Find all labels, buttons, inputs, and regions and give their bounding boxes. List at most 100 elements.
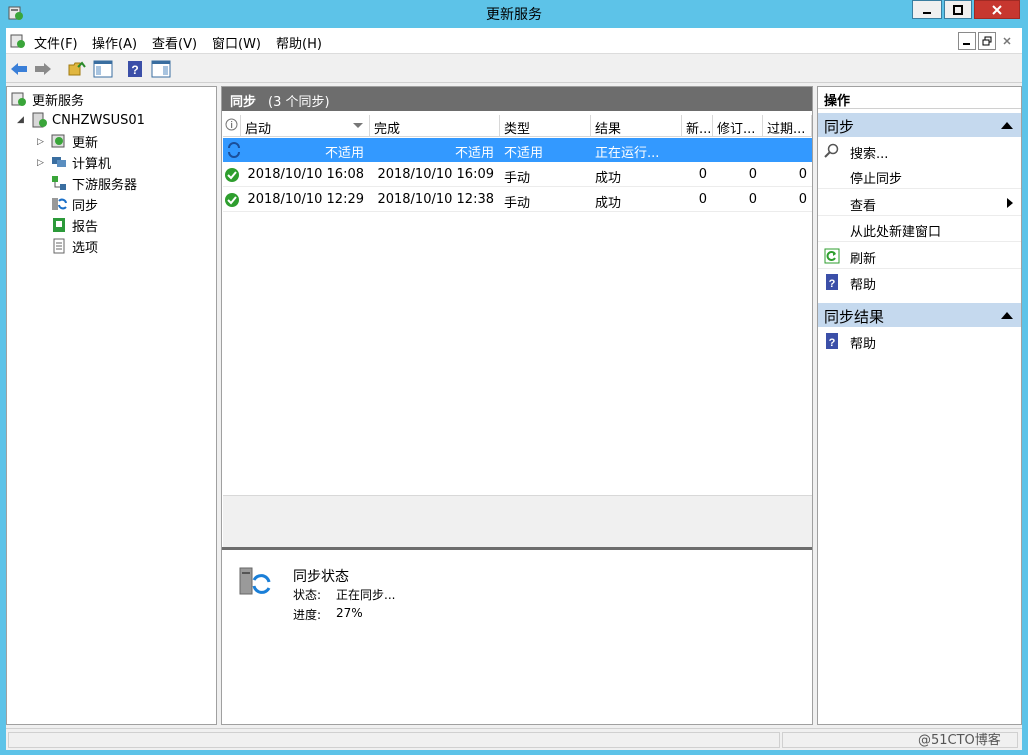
show-hide-action-pane-button[interactable]	[150, 58, 172, 80]
show-hide-tree-button[interactable]	[92, 58, 114, 80]
menu-help[interactable]: 帮助(H)	[276, 33, 322, 52]
cell-expired: 0	[798, 192, 807, 207]
forward-arrow-icon	[35, 63, 51, 75]
tree-item-label: 报告	[72, 219, 99, 235]
menu-window[interactable]: 窗口(W)	[212, 33, 261, 52]
cell-type: 手动	[504, 196, 531, 211]
console-tree-icon	[93, 60, 113, 78]
column-header-start[interactable]: 启动	[241, 115, 370, 137]
column-header-new[interactable]: 新...	[682, 115, 713, 137]
tree-item-label: 更新	[72, 135, 99, 151]
table-row[interactable]: 2018/10/10 12:29 2018/10/10 12:38 手动 成功 …	[223, 188, 812, 212]
close-button[interactable]	[974, 0, 1020, 19]
actions-title: 操作	[818, 87, 1021, 109]
help-icon: ?	[128, 61, 142, 77]
title-bar[interactable]: 更新服务	[0, 0, 1028, 27]
mdi-close-button[interactable]	[998, 32, 1016, 50]
forward-button[interactable]	[32, 58, 54, 80]
results-pane: 同步 (3 个同步) 启动 完成 类型 结果 新... 修订... 过期... 不…	[221, 86, 813, 725]
window-title: 更新服务	[486, 7, 542, 23]
sync-running-icon	[228, 142, 240, 158]
action-label: 刷新	[850, 252, 877, 267]
maximize-button[interactable]	[944, 0, 972, 19]
action-view[interactable]: 查看	[818, 190, 1021, 216]
action-new-window[interactable]: 从此处新建窗口	[818, 216, 1021, 242]
section-label: 同步结果	[824, 308, 885, 326]
column-header-icon[interactable]	[223, 115, 241, 137]
tree-server[interactable]: CNHZWSUS01	[31, 110, 145, 130]
column-header-label: 结果	[595, 122, 622, 137]
action-label: 搜索...	[850, 147, 889, 162]
expand-closed-icon[interactable]: ▷	[37, 137, 44, 147]
collapse-caret-icon[interactable]	[1001, 122, 1013, 129]
tree-root-label: 更新服务	[32, 93, 85, 109]
close-icon	[1003, 37, 1011, 45]
column-header-end[interactable]: 完成	[370, 115, 500, 137]
tree-root[interactable]: 更新服务	[11, 89, 84, 109]
action-label: 从此处新建窗口	[850, 225, 942, 240]
sync-icon	[52, 198, 67, 210]
minimize-icon	[923, 11, 931, 14]
cell-start: 不适用	[324, 146, 364, 161]
restore-icon	[982, 36, 992, 46]
action-label: 帮助	[850, 337, 877, 352]
mmc-client: 文件(F) 操作(A) 查看(V) 窗口(W) 帮助(H) ? 更新服务 ◢ C…	[6, 28, 1022, 750]
action-stop-sync[interactable]: 停止同步	[818, 163, 1021, 189]
svg-text:?: ?	[829, 278, 836, 290]
expand-open-icon[interactable]: ◢	[17, 115, 24, 125]
search-icon	[824, 143, 839, 158]
table-row[interactable]: 2018/10/10 16:08 2018/10/10 16:09 手动 成功 …	[223, 163, 812, 187]
sort-descending-icon	[353, 123, 363, 128]
maximize-icon	[953, 4, 963, 15]
table-row[interactable]: 不适用 不适用 不适用 正在运行...	[223, 138, 812, 162]
tree-item-updates[interactable]: 更新	[51, 131, 98, 151]
cell-start: 2018/10/10 16:08	[247, 167, 364, 182]
console-tree: 更新服务 ◢ CNHZWSUS01 ▷ 更新 ▷ 计算机 下游服务器 同步 报告…	[6, 86, 217, 725]
results-count: (3 个同步)	[268, 95, 330, 110]
action-help-results[interactable]: ? 帮助	[818, 328, 1021, 354]
minimize-button[interactable]	[912, 0, 942, 19]
actions-section-sync-results[interactable]: 同步结果	[818, 303, 1021, 327]
sync-status-label: 状态:	[293, 588, 322, 602]
up-folder-button[interactable]	[66, 58, 88, 80]
options-icon	[53, 238, 65, 254]
tree-item-label: 计算机	[72, 156, 112, 172]
action-search[interactable]: 搜索...	[818, 138, 1021, 164]
column-header-result[interactable]: 结果	[591, 115, 682, 137]
column-header-type[interactable]: 类型	[500, 115, 591, 137]
menu-file[interactable]: 文件(F)	[34, 33, 78, 52]
tree-item-label: 选项	[72, 240, 99, 256]
collapse-caret-icon[interactable]	[1001, 312, 1013, 319]
cell-end: 不适用	[454, 146, 494, 161]
help-icon: ?	[826, 274, 838, 290]
menu-action[interactable]: 操作(A)	[92, 33, 137, 52]
help-button[interactable]: ?	[124, 58, 146, 80]
tree-item-downstream-servers[interactable]: 下游服务器	[51, 173, 137, 193]
action-help[interactable]: ? 帮助	[818, 269, 1021, 295]
back-button[interactable]	[8, 58, 30, 80]
action-refresh[interactable]: 刷新	[818, 243, 1021, 269]
mdi-restore-button[interactable]	[978, 32, 996, 50]
cell-type: 不适用	[504, 146, 544, 161]
tree-item-synchronizations[interactable]: 同步	[51, 194, 98, 214]
cell-end: 2018/10/10 12:38	[377, 192, 494, 207]
tree-server-label: CNHZWSUS01	[52, 112, 145, 128]
console-icon[interactable]	[10, 33, 26, 49]
menu-view[interactable]: 查看(V)	[152, 33, 197, 52]
menu-bar: 文件(F) 操作(A) 查看(V) 窗口(W) 帮助(H)	[6, 28, 1022, 54]
tree-item-computers[interactable]: 计算机	[51, 152, 111, 172]
tree-item-options[interactable]: 选项	[51, 236, 98, 256]
mdi-minimize-button[interactable]	[958, 32, 976, 50]
tree-item-reports[interactable]: 报告	[51, 215, 98, 235]
expand-closed-icon[interactable]: ▷	[37, 158, 44, 168]
close-icon	[992, 4, 1002, 15]
cell-result: 成功	[595, 196, 622, 211]
action-pane-icon	[151, 60, 171, 78]
cell-new: 0	[698, 192, 707, 207]
column-header-expired[interactable]: 过期...	[763, 115, 812, 137]
status-segment-main	[8, 732, 780, 748]
app-window: 更新服务 文件(F) 操作(A) 查看(V) 窗口(W) 帮助(H) ? 更新服…	[0, 0, 1028, 755]
column-header-revised[interactable]: 修订...	[713, 115, 763, 137]
actions-section-sync[interactable]: 同步	[818, 113, 1021, 137]
cell-start: 2018/10/10 12:29	[247, 192, 364, 207]
